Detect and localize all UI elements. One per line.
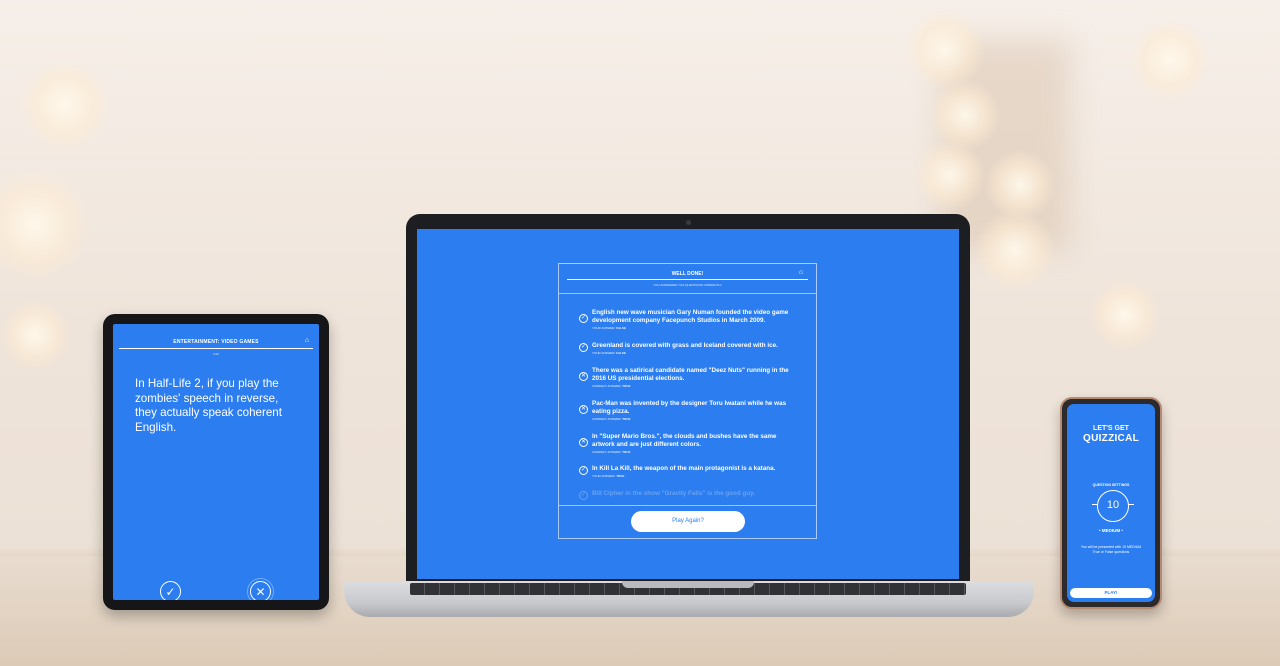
- x-circle-icon: ✕: [579, 438, 588, 447]
- result-item: ✕ There was a satirical candidate named …: [579, 367, 794, 393]
- result-item: ✕ In "Super Mario Bros.", the clouds and…: [579, 433, 794, 459]
- tablet-device: ENTERTAINMENT: VIDEO GAMES ⌂ 1/10 In Hal…: [103, 314, 329, 610]
- result-answer: CORRECT ANSWER: TRUE: [592, 450, 631, 454]
- bokeh-light: [930, 80, 1000, 150]
- result-question: In "Super Mario Bros.", the clouds and b…: [592, 433, 777, 448]
- bokeh-light: [0, 170, 90, 280]
- card-divider: [559, 293, 816, 294]
- header-divider: [119, 348, 313, 349]
- laptop-notch: [622, 581, 754, 588]
- results-title: WELL DONE!: [671, 271, 704, 277]
- settings-label: QUESTION SETTINGS: [1092, 483, 1130, 487]
- app-title-line2: QUIZZICAL: [1082, 433, 1140, 444]
- true-button[interactable]: ✓: [160, 581, 181, 600]
- x-circle-icon: ✕: [579, 372, 588, 381]
- bokeh-light: [1130, 20, 1210, 100]
- check-circle-icon: ✓: [579, 491, 588, 500]
- score-summary: YOU ANSWERED 7/10 QUESTIONS CORRECTLY: [653, 283, 722, 287]
- check-icon: ✓: [165, 584, 176, 599]
- category-title: ENTERTAINMENT: VIDEO GAMES: [173, 339, 259, 345]
- bokeh-light: [0, 300, 70, 370]
- result-item: ✓ English new wave musician Gary Numan f…: [579, 309, 794, 335]
- home-icon[interactable]: ⌂: [305, 337, 309, 344]
- check-circle-icon: ✓: [579, 314, 588, 323]
- settings-description: You will be presented with 10 MEDIUM Tru…: [1080, 545, 1142, 554]
- app-title-line1: LET'S GET: [1093, 425, 1129, 432]
- bokeh-light: [975, 210, 1055, 290]
- bokeh-light: [915, 140, 985, 210]
- result-answer: CORRECT ANSWER: TRUE: [592, 417, 631, 421]
- result-question: Greenland is covered with grass and Icel…: [592, 342, 778, 349]
- bokeh-light: [1090, 280, 1160, 350]
- question-progress: 1/10: [213, 352, 219, 356]
- result-answer: YOUR ANSWER: FALSE: [592, 351, 626, 355]
- result-answer: CORRECT ANSWER: TRUE: [592, 384, 631, 388]
- results-card: WELL DONE! ⌂ YOU ANSWERED 7/10 QUESTIONS…: [558, 263, 817, 539]
- result-answer: YOUR ANSWER: FALSE: [592, 326, 626, 330]
- bokeh-light: [905, 10, 985, 90]
- tablet-screen: ENTERTAINMENT: VIDEO GAMES ⌂ 1/10 In Hal…: [113, 324, 319, 600]
- header-divider: [567, 279, 808, 280]
- check-circle-icon: ✓: [579, 343, 588, 352]
- result-question: Bill Cipher in the show "Gravity Falls" …: [592, 490, 755, 497]
- play-again-button[interactable]: Play Again?: [631, 511, 745, 532]
- result-question: Pac-Man was invented by the designer Tor…: [592, 400, 787, 415]
- laptop-camera: [686, 220, 691, 225]
- home-icon[interactable]: ⌂: [799, 269, 803, 276]
- result-answer: YOUR ANSWER: TRUE: [592, 474, 625, 478]
- result-item: ✓ In Kill La Kill, the weapon of the mai…: [579, 465, 794, 481]
- phone-device: LET'S GET QUIZZICAL QUESTION SETTINGS 10…: [1060, 397, 1162, 609]
- footer-divider: [559, 505, 816, 506]
- result-question: English new wave musician Gary Numan fou…: [592, 309, 789, 324]
- laptop-screen: WELL DONE! ⌂ YOU ANSWERED 7/10 QUESTIONS…: [417, 229, 959, 579]
- bokeh-light: [20, 60, 110, 150]
- result-item: ✓ Greenland is covered with grass and Ic…: [579, 342, 794, 358]
- x-circle-icon: ✕: [579, 405, 588, 414]
- phone-screen: LET'S GET QUIZZICAL QUESTION SETTINGS 10…: [1067, 404, 1155, 602]
- question-count-dial[interactable]: 10: [1097, 490, 1129, 522]
- result-question: There was a satirical candidate named "D…: [592, 367, 789, 382]
- x-icon: ✕: [255, 584, 266, 599]
- result-item: ✕ Pac-Man was invented by the designer T…: [579, 400, 794, 426]
- increase-icon[interactable]: [1128, 504, 1134, 505]
- play-button[interactable]: PLAY!: [1070, 588, 1152, 598]
- false-button[interactable]: ✕: [247, 578, 274, 600]
- question-text: In Half-Life 2, if you play the zombies'…: [135, 377, 282, 434]
- difficulty-selector[interactable]: • MEDIUM •: [1067, 528, 1155, 533]
- result-item: ✓ Bill Cipher in the show "Gravity Falls…: [579, 490, 794, 500]
- check-circle-icon: ✓: [579, 466, 588, 475]
- result-question: In Kill La Kill, the weapon of the main …: [592, 465, 776, 472]
